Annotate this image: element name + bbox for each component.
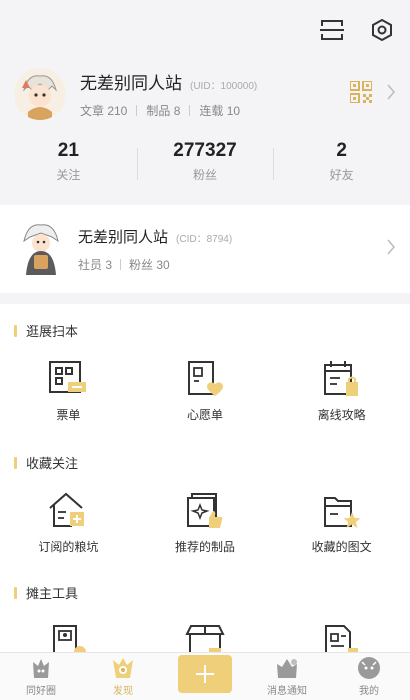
- wishlist-button[interactable]: 心愿单: [137, 360, 274, 423]
- profile-header: 无差别同人站 (UID：100000) 文章 210 制品 8 连载 10 21…: [0, 0, 410, 205]
- document-icon: [324, 625, 358, 652]
- tab-messages[interactable]: 消息通知: [246, 653, 328, 700]
- ticket-button[interactable]: 票单: [0, 360, 137, 423]
- section-title: 逛展扫本: [14, 321, 78, 340]
- top-actions: [320, 18, 394, 42]
- section-title-text: 摊主工具: [26, 586, 79, 601]
- profile-name: 无差别同人站: [80, 74, 182, 93]
- cell-label: 订阅的粮坑: [38, 540, 99, 554]
- favorite-posts-icon: [323, 497, 361, 528]
- stat-value: 2: [336, 140, 347, 161]
- stat-value: 21: [57, 140, 79, 161]
- section-title-text: 收藏关注: [26, 456, 79, 471]
- message-tab-icon: [277, 659, 297, 678]
- section-bar: [14, 324, 17, 337]
- profile-row[interactable]: 无差别同人站 (UID：100000) 文章 210 制品 8 连载 10: [14, 66, 396, 122]
- offline-guide-button[interactable]: 离线攻略: [273, 360, 410, 423]
- plus-icon: [178, 655, 232, 693]
- cell-label: 心愿单: [187, 408, 224, 422]
- section-bar: [14, 456, 17, 469]
- profile-meta: 文章 210 制品 8 连载 10: [80, 102, 350, 119]
- cell-label: 票单: [56, 408, 81, 422]
- club-meta: 社员 3 粉丝 30: [78, 256, 386, 273]
- tab-bar: 同好圈 发现 消息通知 我的: [0, 652, 410, 700]
- section-title: 收藏关注: [14, 453, 78, 472]
- club-fans: 粉丝 30: [129, 257, 170, 272]
- tab-label: 发现: [113, 686, 133, 697]
- features-panel: 逛展扫本 票单 心愿单 离线攻略 收藏关注 订阅的粮坑 推荐的制品 收藏的图文 …: [0, 304, 410, 652]
- section-title: 摊主工具: [14, 583, 78, 602]
- qrcode-icon[interactable]: [349, 79, 373, 108]
- settings-hexagon-icon[interactable]: [370, 18, 394, 42]
- discover-tab-icon: [113, 658, 133, 678]
- stat-label: 好友: [329, 168, 354, 182]
- booth-icon: [53, 625, 87, 652]
- stat-label: 关注: [56, 168, 81, 182]
- stat-label: 粉丝: [193, 168, 218, 182]
- section-grid: 订阅的粮坑 推荐的制品 收藏的图文: [0, 492, 410, 555]
- profile-products: 制品 8: [146, 104, 181, 118]
- circle-tab-icon: [33, 659, 49, 678]
- section-grid: 票单 心愿单 离线攻略: [0, 360, 410, 423]
- section-title-text: 逛展扫本: [26, 324, 79, 339]
- club-cid: (CID：8794): [176, 233, 233, 245]
- club-info: 无差别同人站 (CID：8794) 社员 3 粉丝 30: [78, 226, 386, 273]
- shop-icon: [185, 625, 225, 652]
- divider: [120, 258, 122, 270]
- wishlist-icon: [188, 361, 223, 396]
- profile-info: 无差别同人站 (UID：100000) 文章 210 制品 8 连载 10: [80, 69, 350, 119]
- stats-row: 21 关注 277327 粉丝 2 好友: [0, 140, 410, 190]
- tab-publish[interactable]: [164, 653, 246, 700]
- recommended-button[interactable]: 推荐的制品: [137, 492, 274, 555]
- avatar[interactable]: [14, 68, 66, 120]
- club-avatar: [18, 221, 64, 277]
- me-tab-icon: [358, 657, 380, 679]
- chevron-right-icon: [386, 84, 396, 105]
- stat-friends[interactable]: 2 好友: [273, 140, 410, 190]
- profile-uid: (UID：100000): [190, 81, 258, 92]
- cell-label: 收藏的图文: [311, 540, 372, 554]
- cell-label: 推荐的制品: [175, 540, 236, 554]
- tab-label: 同好圈: [26, 686, 56, 697]
- section-grid: [0, 624, 410, 652]
- tab-me[interactable]: 我的: [328, 653, 410, 700]
- stat-fans[interactable]: 277327 粉丝: [136, 140, 274, 190]
- scan-icon[interactable]: [320, 18, 344, 42]
- profile-articles: 文章 210: [80, 104, 128, 118]
- subscribed-button[interactable]: 订阅的粮坑: [0, 492, 137, 555]
- divider: [189, 105, 191, 116]
- document-button[interactable]: [273, 624, 410, 652]
- cell-label: 离线攻略: [317, 408, 366, 422]
- shop-button[interactable]: [137, 624, 274, 652]
- club-name: 无差别同人站: [78, 228, 169, 246]
- section-bar: [14, 586, 17, 599]
- subscribed-icon: [49, 492, 85, 527]
- favorite-posts-button[interactable]: 收藏的图文: [273, 492, 410, 555]
- ticket-icon: [49, 361, 87, 393]
- tab-circle[interactable]: 同好圈: [0, 653, 82, 700]
- tab-label: 消息通知: [267, 686, 307, 697]
- recommended-icon: [187, 493, 223, 528]
- stat-following[interactable]: 21 关注: [0, 140, 137, 190]
- tab-label: 我的: [359, 686, 379, 697]
- profile-serials: 连载 10: [199, 104, 241, 118]
- tab-discover[interactable]: 发现: [82, 653, 164, 700]
- divider: [136, 105, 138, 116]
- club-members: 社员 3: [78, 257, 113, 272]
- stat-value: 277327: [173, 140, 237, 161]
- club-row[interactable]: 无差别同人站 (CID：8794) 社员 3 粉丝 30: [0, 205, 410, 293]
- booth-button[interactable]: [0, 624, 137, 652]
- chevron-right-icon: [386, 239, 396, 260]
- offline-guide-icon: [323, 361, 358, 396]
